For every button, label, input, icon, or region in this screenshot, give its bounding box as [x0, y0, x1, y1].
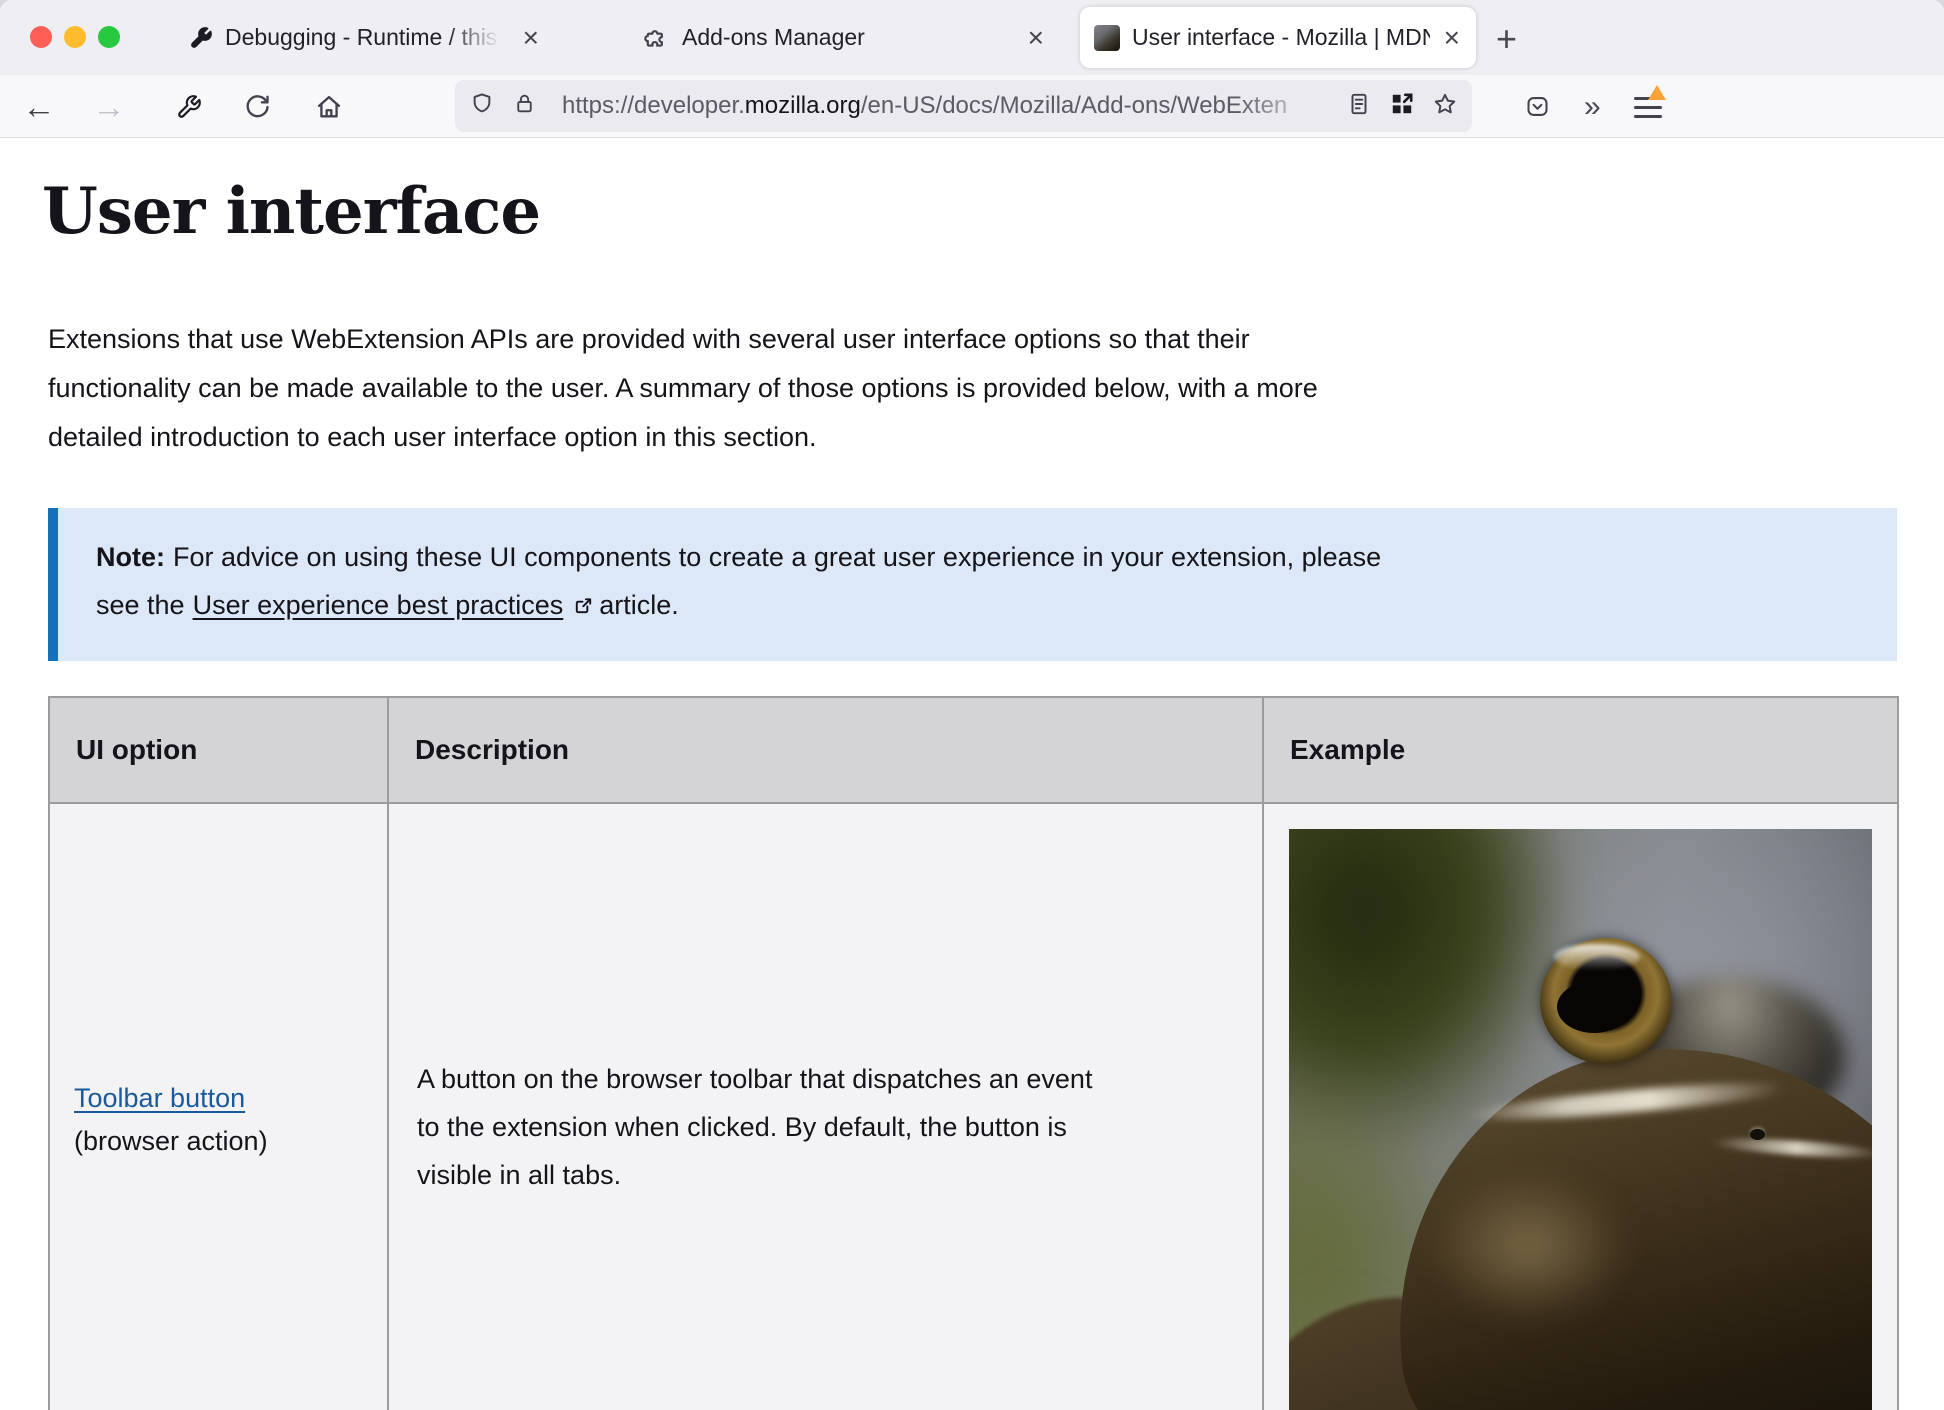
table-header-row: UI option Description Example: [49, 697, 1898, 803]
column-header: Example: [1263, 697, 1898, 803]
close-icon[interactable]: ×: [1442, 24, 1462, 52]
close-icon[interactable]: ×: [521, 24, 541, 52]
description-line: to the extension when clicked. By defaul…: [417, 1103, 1234, 1151]
toolbar-overflow-icon[interactable]: »: [1584, 75, 1599, 138]
intro-line: Extensions that use WebExtension APIs ar…: [48, 315, 1897, 364]
back-button[interactable]: ←: [22, 75, 56, 138]
description-line: A button on the browser toolbar that dis…: [417, 1055, 1234, 1103]
new-tab-button[interactable]: +: [1496, 18, 1517, 60]
close-icon[interactable]: ×: [1026, 24, 1046, 52]
table-row: Toolbar button (browser action) A button…: [49, 803, 1898, 1410]
home-icon[interactable]: [312, 75, 346, 138]
ui-options-table: UI option Description Example Toolbar bu…: [48, 696, 1899, 1410]
bookmark-star-icon[interactable]: [1432, 91, 1458, 122]
note-text: see the: [96, 590, 185, 620]
description-line: visible in all tabs.: [417, 1151, 1234, 1199]
tab-user-interface-active[interactable]: User interface - Mozilla | MDN ×: [1080, 7, 1476, 68]
intro-line: functionality can be made available to t…: [48, 364, 1897, 413]
description-cell: A button on the browser toolbar that dis…: [388, 803, 1263, 1410]
tab-addons-manager[interactable]: Add-ons Manager ×: [630, 0, 1060, 75]
extension-grid-icon[interactable]: [1389, 91, 1415, 122]
wrench-icon[interactable]: [172, 75, 206, 138]
tab-title: Add-ons Manager: [682, 24, 1014, 51]
best-practices-link[interactable]: User experience best practices: [193, 590, 564, 620]
note-text: article.: [599, 590, 679, 620]
update-badge: [1648, 85, 1666, 100]
page-content: User interface Extensions that use WebEx…: [0, 138, 1944, 1410]
minimize-window-button[interactable]: [64, 26, 86, 48]
note-callout: Note: For advice on using these UI compon…: [48, 508, 1897, 661]
intro-line: detailed introduction to each user inter…: [48, 413, 1897, 462]
puzzle-icon: [644, 25, 670, 51]
browser-window: Debugging - Runtime / this-firef × Add-o…: [0, 0, 1944, 1410]
address-bar[interactable]: https://developer.mozilla.org/en-US/docs…: [455, 80, 1472, 132]
column-header: Description: [388, 697, 1263, 803]
window-controls: [30, 26, 120, 48]
intro-paragraph: Extensions that use WebExtension APIs ar…: [48, 315, 1897, 462]
navigation-toolbar: ← → https://developer.mozilla.org/en-US/…: [0, 75, 1944, 138]
tab-title: Debugging - Runtime / this-firef: [225, 24, 509, 51]
forward-button[interactable]: →: [92, 75, 126, 138]
reload-icon[interactable]: [240, 75, 274, 138]
page-title: User interface: [42, 174, 1897, 249]
pocket-icon[interactable]: [1524, 75, 1551, 138]
tab-debugging-runtime[interactable]: Debugging - Runtime / this-firef ×: [175, 0, 555, 75]
frog-favicon: [1094, 25, 1120, 51]
tab-bar: Debugging - Runtime / this-firef × Add-o…: [0, 0, 1944, 75]
tab-title: User interface - Mozilla | MDN: [1132, 24, 1430, 51]
example-cell: [1263, 803, 1898, 1410]
wrench-icon: [189, 26, 213, 50]
column-header: UI option: [49, 697, 388, 803]
close-window-button[interactable]: [30, 26, 52, 48]
url-text[interactable]: https://developer.mozilla.org/en-US/docs…: [562, 92, 1329, 120]
zoom-window-button[interactable]: [98, 26, 120, 48]
lock-icon[interactable]: [512, 91, 537, 121]
ui-option-cell: Toolbar button (browser action): [49, 803, 388, 1410]
frog-example-image: [1289, 829, 1872, 1410]
note-label: Note:: [96, 542, 165, 572]
note-line-1: Note: For advice on using these UI compon…: [96, 533, 1859, 581]
shield-icon[interactable]: [469, 91, 495, 122]
toolbar-button-link[interactable]: Toolbar button: [74, 1083, 245, 1113]
option-subtitle: (browser action): [74, 1121, 363, 1161]
app-menu-icon[interactable]: [1634, 75, 1664, 138]
note-line-2: see the User experience best practices art…: [96, 581, 1859, 632]
external-link-icon: [572, 584, 595, 632]
reader-view-icon[interactable]: [1346, 91, 1372, 122]
note-text: For advice on using these UI components …: [173, 542, 1381, 572]
